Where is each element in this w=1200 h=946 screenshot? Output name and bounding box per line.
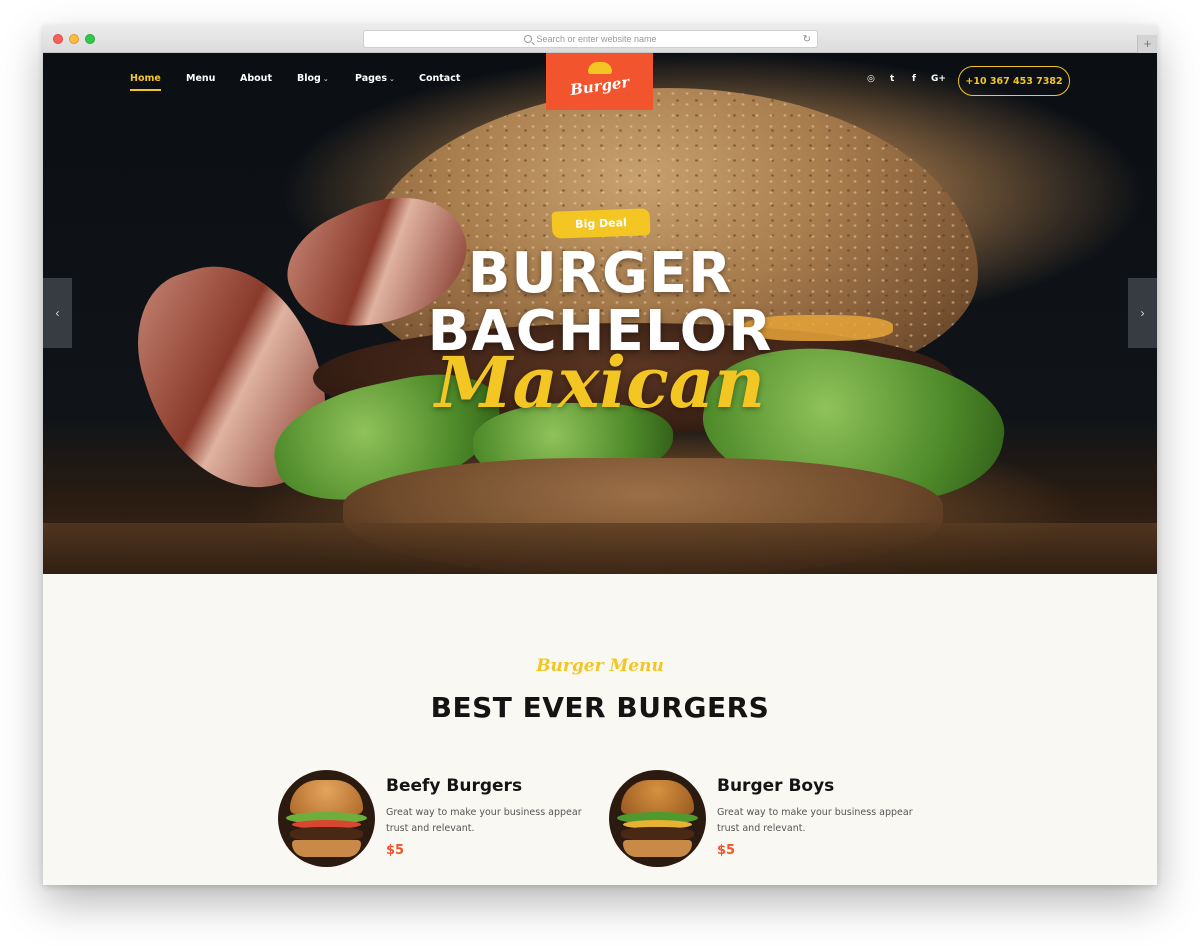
main-navigation: Home Menu About Blog ⌄ Pages ⌄ Contact Bur… <box>43 53 1157 113</box>
hero-title-line-1: BURGER <box>467 241 733 306</box>
search-icon <box>524 35 533 43</box>
browser-window: Search or enter website name ↻ + Home Me… <box>43 25 1157 885</box>
minimize-window-button[interactable] <box>69 34 79 44</box>
google-plus-icon[interactable]: G+ <box>931 74 946 84</box>
section-subtitle: Burger Menu <box>536 656 664 676</box>
address-bar-placeholder: Search or enter website name <box>536 34 657 44</box>
nav-blog-label: Blog <box>297 73 321 84</box>
menu-card[interactable]: Beefy Burgers Great way to make your bus… <box>278 770 598 870</box>
maximize-window-button[interactable] <box>85 34 95 44</box>
section-title: BEST EVER BURGERS <box>430 691 770 724</box>
nav-blog[interactable]: Blog ⌄ <box>297 73 329 84</box>
menu-card-description: Great way to make your business appear t… <box>717 807 913 834</box>
nav-about[interactable]: About <box>240 73 272 84</box>
chevron-down-icon: ⌄ <box>322 75 329 83</box>
menu-section: Burger Menu BEST EVER BURGERS Beefy Burg… <box>43 574 1157 885</box>
burger-logo-icon <box>588 62 612 74</box>
burger-thumbnail <box>278 770 375 867</box>
menu-card-price: $5 <box>386 843 405 858</box>
menu-card-price: $5 <box>717 843 736 858</box>
reload-icon[interactable]: ↻ <box>803 34 811 45</box>
close-window-button[interactable] <box>53 34 63 44</box>
hero-banner: Home Menu About Blog ⌄ Pages ⌄ Contact Bur… <box>43 53 1157 574</box>
menu-card-title[interactable]: Beefy Burgers <box>386 776 522 796</box>
facebook-icon[interactable]: f <box>912 74 916 84</box>
hero-badge: Big Deal <box>551 208 651 239</box>
site-logo[interactable]: Burger <box>546 53 653 110</box>
hero-script-title: Maxican <box>434 341 766 424</box>
burger-thumbnail <box>609 770 706 867</box>
table-decoration <box>43 523 1157 574</box>
phone-button[interactable]: +10 367 453 7382 <box>958 66 1070 96</box>
new-tab-button[interactable]: + <box>1137 35 1157 53</box>
menu-card[interactable]: Burger Boys Great way to make your busin… <box>609 770 929 870</box>
nav-menu[interactable]: Menu <box>186 73 215 84</box>
logo-text: Burger <box>568 72 631 99</box>
address-bar[interactable]: Search or enter website name ↻ <box>363 30 818 48</box>
menu-card-title[interactable]: Burger Boys <box>717 776 834 796</box>
instagram-icon[interactable]: ◎ <box>867 74 875 84</box>
nav-pages[interactable]: Pages ⌄ <box>355 73 395 84</box>
nav-pages-label: Pages <box>355 73 388 84</box>
browser-toolbar: Search or enter website name ↻ + <box>43 25 1157 53</box>
twitter-icon[interactable]: t <box>890 74 894 84</box>
nav-home[interactable]: Home <box>130 73 161 91</box>
nav-contact[interactable]: Contact <box>419 73 460 84</box>
menu-card-description: Great way to make your business appear t… <box>386 807 582 834</box>
chevron-down-icon: ⌄ <box>389 75 395 83</box>
